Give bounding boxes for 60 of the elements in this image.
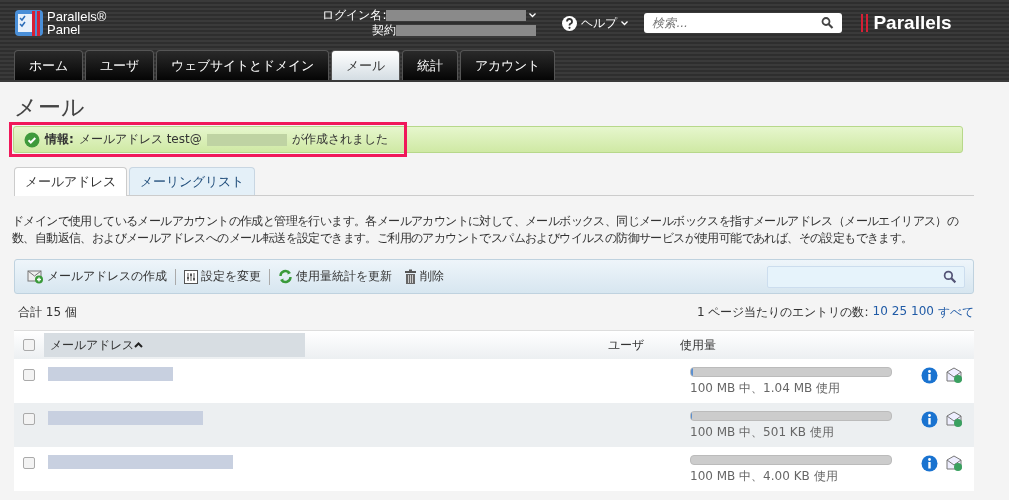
chevron-down-icon <box>621 20 629 26</box>
nav-tab[interactable]: ウェブサイトとドメイン <box>156 50 329 80</box>
toolbar-button[interactable]: 削除 <box>400 268 448 285</box>
nav-tab[interactable]: ユーザ <box>85 50 154 80</box>
per-page-link[interactable]: 10 <box>872 303 888 321</box>
description-text: ドメインで使用しているメールアカウントの作成と管理を行います。各メールアカウントに対して、メールボックス、同じメールボックスを指すメールアドレス（メールエイリアス）の数、自動返信、およびメールアドレスへのメール転送を設定できます。ご利用のアカウントでスパムおよびウイルスの防御サービスが使用可能であれば、その設定もできます。 <box>12 213 960 247</box>
info-icon[interactable] <box>921 367 938 384</box>
chevron-down-icon <box>529 13 537 18</box>
notice-text: メールアドレス test@ <box>78 131 202 148</box>
info-icon[interactable] <box>921 411 938 428</box>
brand-name: Parallels <box>873 12 952 34</box>
nav-tab[interactable]: ホーム <box>14 50 83 80</box>
toolbar-button[interactable]: 設定を変更 <box>180 268 265 285</box>
logo-text: Panel <box>47 23 82 36</box>
nav-tab[interactable]: アカウント <box>460 50 555 80</box>
envelope-globe-icon[interactable] <box>946 367 963 384</box>
toolbar-button[interactable]: 使用量統計を更新 <box>274 268 396 285</box>
checklist-logo-icon <box>14 8 44 38</box>
checkbox[interactable] <box>23 369 35 381</box>
per-page-link[interactable]: 100 <box>911 303 934 321</box>
sort-up-icon <box>134 342 143 348</box>
column-header[interactable]: メールアドレス <box>44 333 305 357</box>
logo-text: Parallels® <box>47 10 107 23</box>
per-page-label: 1 ページ当たりのエントリの数: <box>697 303 869 321</box>
notice-text: が作成されました <box>291 131 388 148</box>
contract-label: 契約 <box>372 23 397 38</box>
help-menu[interactable]: ヘルプ <box>556 13 635 33</box>
checkbox[interactable] <box>23 413 35 425</box>
usage-text: 100 MB 中、1.04 MB 使用 <box>690 380 842 397</box>
notice-label: 情報: <box>45 131 74 148</box>
envelope-plus-icon <box>27 269 44 284</box>
login-label: ログイン名: <box>322 8 387 23</box>
envelope-globe-icon[interactable] <box>946 411 963 428</box>
info-icon[interactable] <box>921 455 938 472</box>
search-icon <box>943 269 957 284</box>
checkbox[interactable] <box>23 339 35 351</box>
sliders-icon <box>184 269 198 284</box>
usage-text: 100 MB 中、4.00 KB 使用 <box>690 468 839 485</box>
usage-text: 100 MB 中、501 KB 使用 <box>690 424 835 441</box>
envelope-globe-icon[interactable] <box>946 455 963 472</box>
total-count: 合計 15 個 <box>18 303 77 321</box>
sub-tab[interactable]: メーリングリスト <box>129 167 255 195</box>
per-page-link[interactable]: 25 <box>891 303 908 321</box>
column-header[interactable]: 使用量 <box>680 336 716 354</box>
search-field[interactable]: 検索... <box>644 13 843 33</box>
search-icon <box>821 16 835 30</box>
bars-logo-icon <box>860 13 871 33</box>
trash-icon <box>404 269 417 284</box>
per-page-link[interactable]: すべて <box>938 303 974 321</box>
search-field[interactable] <box>767 265 965 288</box>
checkbox[interactable] <box>23 457 35 469</box>
check-circle-icon <box>24 131 40 148</box>
page-title: メール <box>14 93 86 122</box>
refresh-icon <box>278 269 293 284</box>
column-header[interactable]: ユーザ <box>608 336 680 354</box>
nav-tab[interactable]: メール <box>331 50 400 80</box>
nav-tab[interactable]: 統計 <box>402 50 458 80</box>
toolbar-button[interactable]: メールアドレスの作成 <box>23 268 171 285</box>
question-circle-icon <box>562 15 578 31</box>
sub-tab[interactable]: メールアドレス <box>14 167 127 196</box>
